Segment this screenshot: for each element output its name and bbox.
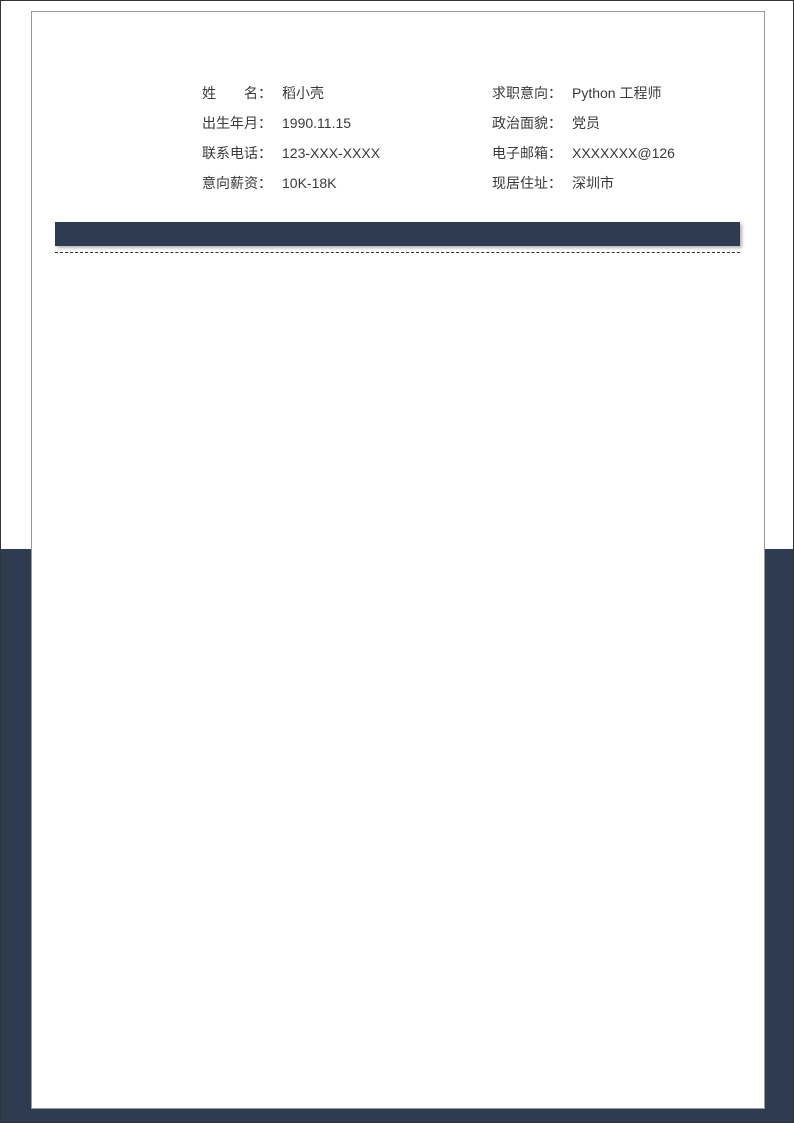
info-pair-name: 姓 名： 稻小壳 [202, 78, 492, 108]
political-value: 党员 [572, 108, 600, 138]
address-label: 现居住址： [492, 168, 572, 198]
phone-label: 联系电话： [202, 138, 282, 168]
inner-page: 姓 名： 稻小壳 求职意向： Python 工程师 出生年月： 1990.11.… [31, 11, 765, 1109]
section-header-bar [55, 222, 740, 246]
info-row: 出生年月： 1990.11.15 政治面貌： 党员 [202, 108, 742, 138]
personal-info-grid: 姓 名： 稻小壳 求职意向： Python 工程师 出生年月： 1990.11.… [202, 78, 742, 198]
info-pair-salary: 意向薪资： 10K-18K [202, 168, 492, 198]
birth-value: 1990.11.15 [282, 108, 351, 138]
address-value: 深圳市 [572, 168, 614, 198]
info-pair-birth: 出生年月： 1990.11.15 [202, 108, 492, 138]
salary-value: 10K-18K [282, 168, 336, 198]
info-pair-email: 电子邮箱： XXXXXXX@126 [492, 138, 742, 168]
email-value: XXXXXXX@126 [572, 138, 675, 168]
salary-label: 意向薪资： [202, 168, 282, 198]
info-pair-phone: 联系电话： 123-XXX-XXXX [202, 138, 492, 168]
info-pair-political: 政治面貌： 党员 [492, 108, 742, 138]
page-container: 姓 名： 稻小壳 求职意向： Python 工程师 出生年月： 1990.11.… [0, 0, 794, 1123]
name-label: 姓 名： [202, 78, 282, 108]
info-row: 意向薪资： 10K-18K 现居住址： 深圳市 [202, 168, 742, 198]
job-label: 求职意向： [492, 78, 572, 108]
political-label: 政治面貌： [492, 108, 572, 138]
dashed-divider [55, 252, 740, 253]
info-pair-job: 求职意向： Python 工程师 [492, 78, 742, 108]
job-value: Python 工程师 [572, 78, 661, 108]
info-row: 姓 名： 稻小壳 求职意向： Python 工程师 [202, 78, 742, 108]
name-value: 稻小壳 [282, 78, 324, 108]
info-pair-address: 现居住址： 深圳市 [492, 168, 742, 198]
birth-label: 出生年月： [202, 108, 282, 138]
info-row: 联系电话： 123-XXX-XXXX 电子邮箱： XXXXXXX@126 [202, 138, 742, 168]
email-label: 电子邮箱： [492, 138, 572, 168]
phone-value: 123-XXX-XXXX [282, 138, 380, 168]
